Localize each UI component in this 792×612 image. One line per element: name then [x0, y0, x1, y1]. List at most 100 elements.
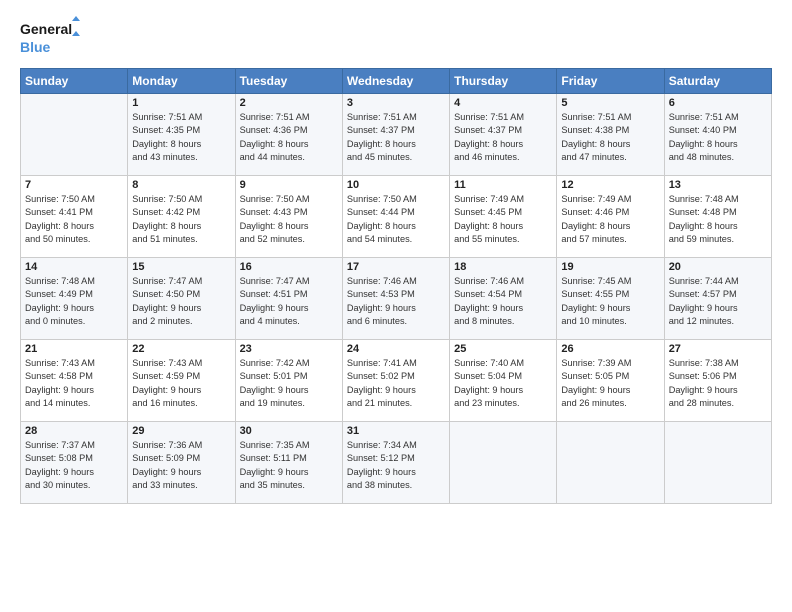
- calendar-cell: 1 Sunrise: 7:51 AM Sunset: 4:35 PM Daylig…: [128, 94, 235, 176]
- calendar-cell: 9 Sunrise: 7:50 AM Sunset: 4:43 PM Daylig…: [235, 176, 342, 258]
- day-info: Sunrise: 7:47 AM Sunset: 4:50 PM Dayligh…: [132, 275, 230, 328]
- day-info: Sunrise: 7:34 AM Sunset: 5:12 PM Dayligh…: [347, 439, 445, 492]
- calendar-cell: 31Sunrise: 7:34 AM Sunset: 5:12 PM Dayli…: [342, 422, 449, 504]
- day-number: 13: [669, 179, 767, 191]
- calendar-cell: 5 Sunrise: 7:51 AM Sunset: 4:38 PM Daylig…: [557, 94, 664, 176]
- calendar-cell: 6Sunrise: 7:51 AM Sunset: 4:40 PM Daylig…: [664, 94, 771, 176]
- day-info: Sunrise: 7:46 AM Sunset: 4:54 PM Dayligh…: [454, 275, 552, 328]
- calendar-cell: 16 Sunrise: 7:47 AM Sunset: 4:51 PM Dayli…: [235, 258, 342, 340]
- day-info: Sunrise: 7:47 AM Sunset: 4:51 PM Dayligh…: [240, 275, 338, 328]
- day-info: Sunrise: 7:49 AM Sunset: 4:45 PM Dayligh…: [454, 193, 552, 246]
- calendar-week-row: 7 Sunrise: 7:50 AM Sunset: 4:41 PM Daylig…: [21, 176, 772, 258]
- day-number: 19: [561, 261, 659, 273]
- calendar-cell: 30 Sunrise: 7:35 AM Sunset: 5:11 PM Dayli…: [235, 422, 342, 504]
- day-info: Sunrise: 7:46 AM Sunset: 4:53 PM Dayligh…: [347, 275, 445, 328]
- calendar-cell: 22 Sunrise: 7:43 AM Sunset: 4:59 PM Dayli…: [128, 340, 235, 422]
- calendar-cell: 14 Sunrise: 7:48 AM Sunset: 4:49 PM Dayli…: [21, 258, 128, 340]
- day-info: Sunrise: 7:51 AM Sunset: 4:38 PM Dayligh…: [561, 111, 659, 164]
- calendar-cell: 18 Sunrise: 7:46 AM Sunset: 4:54 PM Dayli…: [450, 258, 557, 340]
- day-info: Sunrise: 7:50 AM Sunset: 4:43 PM Dayligh…: [240, 193, 338, 246]
- calendar-cell: 3Sunrise: 7:51 AM Sunset: 4:37 PM Daylig…: [342, 94, 449, 176]
- calendar-cell: 25 Sunrise: 7:40 AM Sunset: 5:04 PM Dayli…: [450, 340, 557, 422]
- calendar-body: 1 Sunrise: 7:51 AM Sunset: 4:35 PM Daylig…: [21, 94, 772, 504]
- calendar-week-row: 21Sunrise: 7:43 AM Sunset: 4:58 PM Dayli…: [21, 340, 772, 422]
- calendar-cell: 13 Sunrise: 7:48 AM Sunset: 4:48 PM Dayli…: [664, 176, 771, 258]
- day-info: Sunrise: 7:36 AM Sunset: 5:09 PM Dayligh…: [132, 439, 230, 492]
- weekday-header: Sunday: [21, 69, 128, 94]
- calendar-cell: 28Sunrise: 7:37 AM Sunset: 5:08 PM Dayli…: [21, 422, 128, 504]
- day-number: 23: [240, 343, 338, 355]
- day-number: 12: [561, 179, 659, 191]
- calendar-cell: 12Sunrise: 7:49 AM Sunset: 4:46 PM Dayli…: [557, 176, 664, 258]
- day-number: 17: [347, 261, 445, 273]
- calendar-cell: 20Sunrise: 7:44 AM Sunset: 4:57 PM Dayli…: [664, 258, 771, 340]
- calendar-cell: 15Sunrise: 7:47 AM Sunset: 4:50 PM Dayli…: [128, 258, 235, 340]
- day-info: Sunrise: 7:48 AM Sunset: 4:49 PM Dayligh…: [25, 275, 123, 328]
- day-number: 10: [347, 179, 445, 191]
- day-info: Sunrise: 7:40 AM Sunset: 5:04 PM Dayligh…: [454, 357, 552, 410]
- day-info: Sunrise: 7:41 AM Sunset: 5:02 PM Dayligh…: [347, 357, 445, 410]
- day-number: 4: [454, 97, 552, 109]
- day-number: 26: [561, 343, 659, 355]
- weekday-header: Thursday: [450, 69, 557, 94]
- day-info: Sunrise: 7:48 AM Sunset: 4:48 PM Dayligh…: [669, 193, 767, 246]
- day-info: Sunrise: 7:50 AM Sunset: 4:42 PM Dayligh…: [132, 193, 230, 246]
- day-number: 6: [669, 97, 767, 109]
- day-info: Sunrise: 7:43 AM Sunset: 4:59 PM Dayligh…: [132, 357, 230, 410]
- calendar-cell: 26Sunrise: 7:39 AM Sunset: 5:05 PM Dayli…: [557, 340, 664, 422]
- day-number: 14: [25, 261, 123, 273]
- svg-text:General: General: [20, 21, 72, 37]
- calendar-cell: 19 Sunrise: 7:45 AM Sunset: 4:55 PM Dayli…: [557, 258, 664, 340]
- day-number: 25: [454, 343, 552, 355]
- day-info: Sunrise: 7:51 AM Sunset: 4:35 PM Dayligh…: [132, 111, 230, 164]
- day-number: 21: [25, 343, 123, 355]
- day-info: Sunrise: 7:50 AM Sunset: 4:41 PM Dayligh…: [25, 193, 123, 246]
- day-info: Sunrise: 7:44 AM Sunset: 4:57 PM Dayligh…: [669, 275, 767, 328]
- day-number: 8: [132, 179, 230, 191]
- day-number: 18: [454, 261, 552, 273]
- calendar-week-row: 1 Sunrise: 7:51 AM Sunset: 4:35 PM Daylig…: [21, 94, 772, 176]
- calendar-header: SundayMondayTuesdayWednesdayThursdayFrid…: [21, 69, 772, 94]
- calendar-cell: 24 Sunrise: 7:41 AM Sunset: 5:02 PM Dayli…: [342, 340, 449, 422]
- day-info: Sunrise: 7:38 AM Sunset: 5:06 PM Dayligh…: [669, 357, 767, 410]
- day-info: Sunrise: 7:51 AM Sunset: 4:36 PM Dayligh…: [240, 111, 338, 164]
- main-container: General Blue SundayMondayTuesdayWednesda…: [0, 0, 792, 514]
- calendar-cell: [557, 422, 664, 504]
- day-number: 1: [132, 97, 230, 109]
- day-number: 7: [25, 179, 123, 191]
- calendar-cell: 10 Sunrise: 7:50 AM Sunset: 4:44 PM Dayli…: [342, 176, 449, 258]
- logo: General Blue: [20, 16, 80, 60]
- calendar-cell: [21, 94, 128, 176]
- calendar-cell: 11Sunrise: 7:49 AM Sunset: 4:45 PM Dayli…: [450, 176, 557, 258]
- day-number: 5: [561, 97, 659, 109]
- calendar-cell: [450, 422, 557, 504]
- day-number: 29: [132, 425, 230, 437]
- day-info: Sunrise: 7:42 AM Sunset: 5:01 PM Dayligh…: [240, 357, 338, 410]
- calendar-cell: 23 Sunrise: 7:42 AM Sunset: 5:01 PM Dayli…: [235, 340, 342, 422]
- weekday-header: Monday: [128, 69, 235, 94]
- weekday-header: Wednesday: [342, 69, 449, 94]
- calendar-cell: 27Sunrise: 7:38 AM Sunset: 5:06 PM Dayli…: [664, 340, 771, 422]
- calendar-cell: 29 Sunrise: 7:36 AM Sunset: 5:09 PM Dayli…: [128, 422, 235, 504]
- day-info: Sunrise: 7:35 AM Sunset: 5:11 PM Dayligh…: [240, 439, 338, 492]
- weekday-header: Saturday: [664, 69, 771, 94]
- calendar-cell: 17 Sunrise: 7:46 AM Sunset: 4:53 PM Dayli…: [342, 258, 449, 340]
- calendar-cell: [664, 422, 771, 504]
- calendar-cell: 21Sunrise: 7:43 AM Sunset: 4:58 PM Dayli…: [21, 340, 128, 422]
- header: General Blue: [20, 16, 772, 60]
- calendar-week-row: 14 Sunrise: 7:48 AM Sunset: 4:49 PM Dayli…: [21, 258, 772, 340]
- day-info: Sunrise: 7:50 AM Sunset: 4:44 PM Dayligh…: [347, 193, 445, 246]
- calendar-week-row: 28Sunrise: 7:37 AM Sunset: 5:08 PM Dayli…: [21, 422, 772, 504]
- day-info: Sunrise: 7:45 AM Sunset: 4:55 PM Dayligh…: [561, 275, 659, 328]
- day-info: Sunrise: 7:51 AM Sunset: 4:37 PM Dayligh…: [347, 111, 445, 164]
- day-number: 9: [240, 179, 338, 191]
- day-number: 30: [240, 425, 338, 437]
- day-number: 24: [347, 343, 445, 355]
- day-number: 22: [132, 343, 230, 355]
- calendar-table: SundayMondayTuesdayWednesdayThursdayFrid…: [20, 68, 772, 504]
- day-number: 2: [240, 97, 338, 109]
- weekday-header: Friday: [557, 69, 664, 94]
- calendar-cell: 2 Sunrise: 7:51 AM Sunset: 4:36 PM Daylig…: [235, 94, 342, 176]
- day-number: 28: [25, 425, 123, 437]
- day-number: 16: [240, 261, 338, 273]
